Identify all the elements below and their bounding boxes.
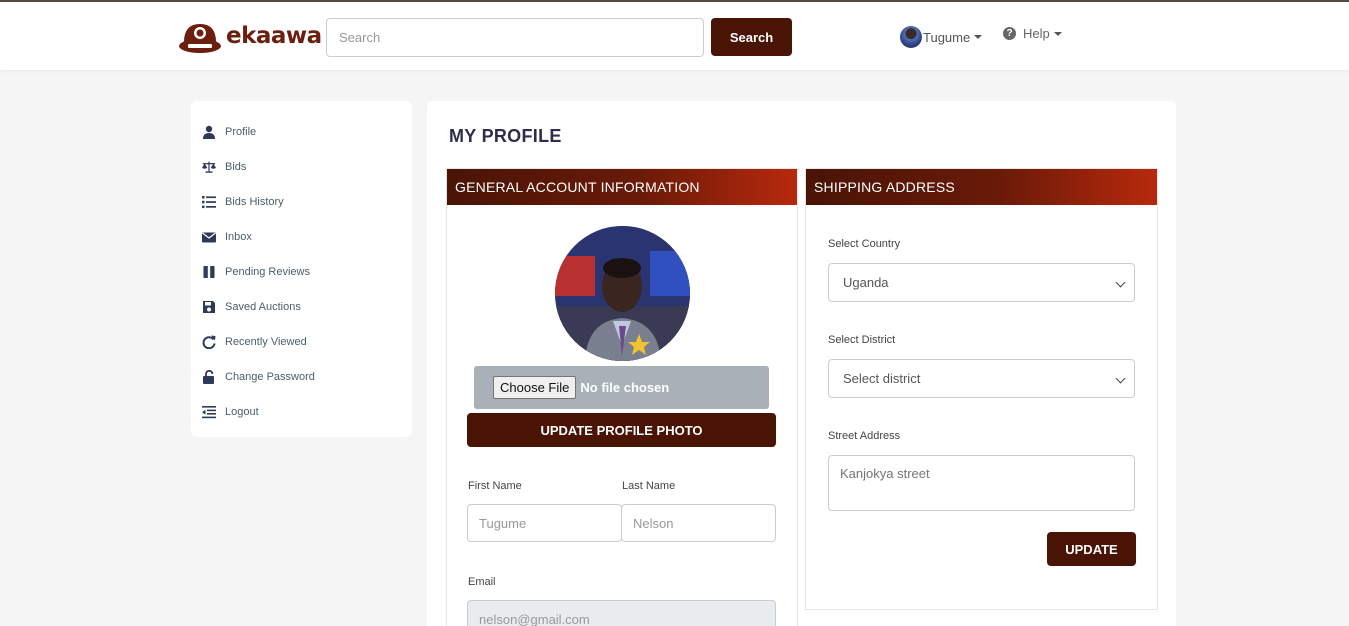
sidebar-item-label: Change Password (225, 370, 315, 383)
sidebar-item-profile[interactable]: Profile (191, 114, 412, 149)
user-icon (201, 124, 217, 140)
district-select[interactable]: Select district (828, 359, 1135, 398)
sidebar-item-inbox[interactable]: Inbox (191, 219, 412, 254)
last-name-label: Last Name (622, 480, 676, 492)
redo-icon (201, 334, 217, 350)
general-account-heading: GENERAL ACCOUNT INFORMATION (447, 169, 797, 205)
sidebar-item-label: Recently Viewed (225, 335, 307, 348)
sidebar-item-label: Saved Auctions (225, 300, 301, 313)
district-selected-value: Select district (843, 371, 921, 386)
country-selected-value: Uganda (843, 275, 889, 290)
help-dropdown[interactable]: ? Help (1003, 26, 1062, 41)
list-icon (201, 194, 217, 210)
country-label: Select Country (828, 238, 901, 250)
avatar (900, 26, 922, 48)
search-input[interactable] (326, 18, 704, 57)
file-status-text: No file chosen (580, 380, 670, 395)
first-name-label: First Name (468, 480, 522, 492)
chevron-down-icon (1115, 373, 1126, 384)
update-profile-photo-button[interactable]: UPDATE PROFILE PHOTO (467, 413, 776, 447)
street-address-field[interactable] (828, 455, 1135, 511)
scale-icon (201, 159, 217, 175)
caret-down-icon (974, 35, 983, 39)
sidebar-item-label: Profile (225, 125, 257, 138)
unlock-icon (201, 369, 217, 385)
sidebar-item-saved-auctions[interactable]: Saved Auctions (191, 289, 412, 324)
sidebar-item-label: Inbox (225, 230, 252, 243)
sidebar-item-label: Bids (225, 160, 247, 173)
general-account-card: GENERAL ACCOUNT INFORMATION Choose File … (446, 168, 798, 626)
last-name-field[interactable] (621, 504, 776, 542)
sidebar-item-label: Pending Reviews (225, 265, 310, 278)
district-label: Select District (828, 334, 896, 346)
street-label: Street Address (828, 430, 901, 442)
top-navbar: ekaawa Search Tugume ? Help (0, 0, 1349, 70)
first-name-field[interactable] (467, 504, 622, 542)
question-circle-icon: ? (1003, 27, 1016, 40)
email-label: Email (468, 576, 496, 588)
brand-name: ekaawa (226, 23, 322, 49)
sidebar-item-pending-reviews[interactable]: Pending Reviews (191, 254, 412, 289)
shipping-address-heading: SHIPPING ADDRESS (806, 169, 1157, 205)
brand-logo[interactable]: ekaawa (178, 16, 322, 56)
email-field[interactable] (467, 600, 776, 626)
logo-icon (178, 16, 222, 56)
search-button[interactable]: Search (711, 18, 792, 56)
country-select[interactable]: Uganda (828, 263, 1135, 302)
photo-file-picker: Choose File No file chosen (474, 366, 769, 409)
page-title: MY PROFILE (449, 126, 562, 146)
chevron-down-icon (1115, 277, 1126, 288)
update-shipping-button[interactable]: UPDATE (1047, 532, 1136, 566)
help-label: Help (1023, 26, 1050, 41)
sidebar-item-change-password[interactable]: Change Password (191, 359, 412, 394)
sidebar-item-logout[interactable]: Logout (191, 394, 412, 429)
outdent-icon (201, 404, 217, 420)
profile-photo (555, 226, 690, 361)
envelope-icon (201, 229, 217, 245)
sidebar-item-bids-history[interactable]: Bids History (191, 184, 412, 219)
sidebar-item-recently-viewed[interactable]: Recently Viewed (191, 324, 412, 359)
pause-icon (201, 264, 217, 280)
choose-file-button[interactable]: Choose File (493, 376, 577, 399)
user-name: Tugume (923, 29, 971, 45)
save-icon (201, 299, 217, 315)
sidebar-item-label: Bids History (225, 195, 284, 208)
account-sidebar: Profile Bids Bids History Inbox Pending … (191, 101, 412, 437)
sidebar-item-bids[interactable]: Bids (191, 149, 412, 184)
shipping-address-card: SHIPPING ADDRESS Select Country Uganda S… (805, 168, 1158, 610)
caret-down-icon (1053, 31, 1062, 36)
sidebar-item-label: Logout (225, 405, 259, 418)
user-dropdown[interactable]: Tugume (900, 26, 983, 48)
